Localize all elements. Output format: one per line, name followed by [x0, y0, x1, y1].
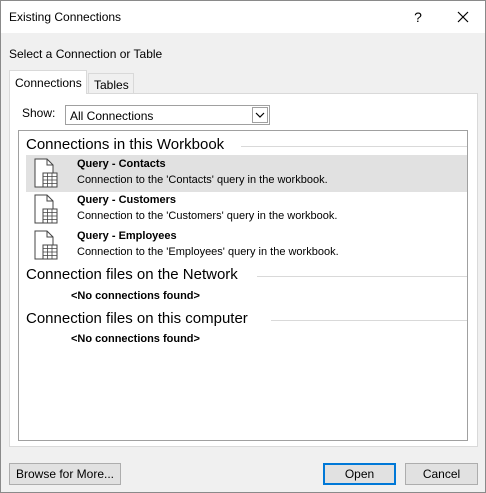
group-divider — [271, 320, 467, 321]
connection-name: Query - Employees — [77, 230, 177, 242]
help-button[interactable]: ? — [401, 1, 435, 33]
dialog-instruction: Select a Connection or Table — [9, 47, 163, 61]
close-button[interactable] — [441, 1, 485, 33]
connection-name: Query - Customers — [77, 194, 177, 206]
browse-for-more-button[interactable]: Browse for More... — [9, 463, 121, 485]
close-icon — [457, 11, 469, 23]
query-table-icon — [34, 158, 58, 188]
query-table-icon — [34, 230, 58, 260]
tab-connections-label: Connections — [15, 76, 82, 90]
title-bar: Existing Connections ? — [1, 1, 485, 33]
group-header-computer: Connection files on this computer — [26, 310, 248, 327]
list-item-query-employees[interactable]: Query - Employees Connection to the 'Emp… — [26, 227, 467, 264]
show-dropdown-value: All Connections — [70, 109, 154, 123]
network-empty-message: <No connections found> — [71, 290, 200, 302]
help-icon: ? — [414, 9, 422, 25]
chevron-down-icon — [255, 112, 265, 118]
connections-panel: Show: All Connections Connections in thi… — [9, 93, 478, 447]
connections-list[interactable]: Connections in this Workbook Query - Con… — [18, 130, 468, 441]
list-item-query-customers[interactable]: Query - Customers Connection to the 'Cus… — [26, 191, 467, 228]
cancel-button[interactable]: Cancel — [405, 463, 478, 485]
connection-description: Connection to the 'Customers' query in t… — [77, 210, 338, 222]
dropdown-arrow-button[interactable] — [252, 107, 268, 123]
tab-tables-label: Tables — [94, 78, 129, 92]
open-label: Open — [344, 467, 375, 481]
show-label: Show: — [22, 106, 56, 120]
group-divider — [241, 146, 467, 147]
existing-connections-dialog: Existing Connections ? Select a Connecti… — [0, 0, 486, 493]
group-header-network: Connection files on the Network — [26, 266, 238, 283]
group-header-workbook: Connections in this Workbook — [26, 136, 225, 153]
tab-connections[interactable]: Connections — [9, 70, 87, 94]
list-item-query-contacts[interactable]: Query - Contacts Connection to the 'Cont… — [26, 155, 467, 192]
group-divider — [257, 276, 467, 277]
cancel-label: Cancel — [422, 467, 461, 481]
tab-tables[interactable]: Tables — [88, 73, 134, 93]
computer-empty-message: <No connections found> — [71, 333, 200, 345]
connection-description: Connection to the 'Employees' query in t… — [77, 246, 339, 258]
connection-description: Connection to the 'Contacts' query in th… — [77, 174, 328, 186]
connection-name: Query - Contacts — [77, 158, 166, 170]
query-table-icon — [34, 194, 58, 224]
open-button[interactable]: Open — [323, 463, 396, 485]
browse-label: Browse for More... — [15, 467, 115, 481]
window-title: Existing Connections — [9, 10, 122, 24]
show-dropdown[interactable]: All Connections — [65, 105, 270, 125]
